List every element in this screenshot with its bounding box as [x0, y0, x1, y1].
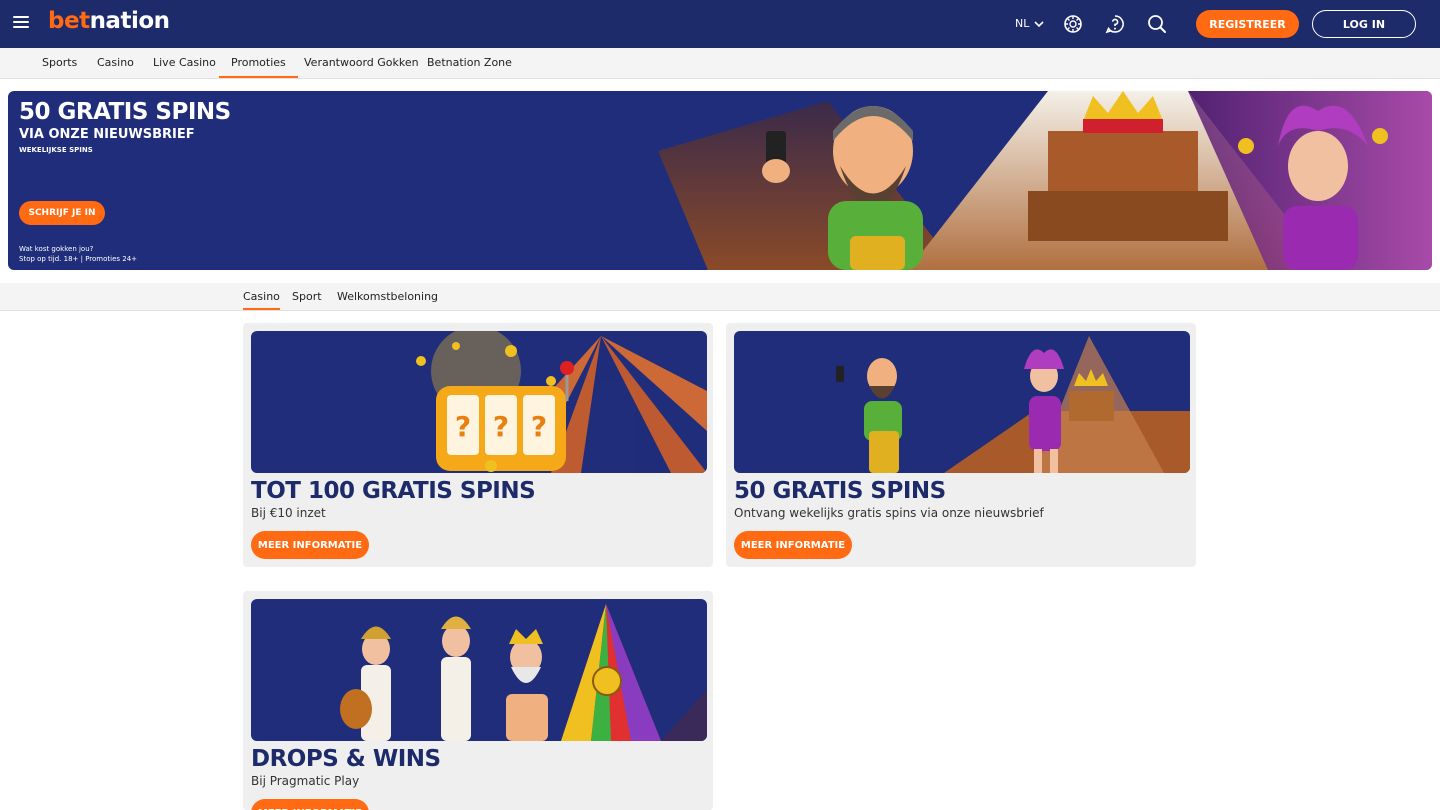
- main-navigation: Sports Casino Live Casino Promoties Vera…: [0, 48, 1440, 79]
- nav-item-betnation-zone[interactable]: Betnation Zone: [427, 48, 512, 78]
- language-label: NL: [1015, 17, 1030, 30]
- promo-category-tabs: Casino Sport Welkomstbeloning: [0, 283, 1440, 311]
- hero-illustration: [658, 91, 1432, 270]
- logo-text-nation: nation: [89, 8, 170, 34]
- promo-image-miner-jester: [734, 331, 1190, 473]
- promo-title: DROPS & WINS: [251, 746, 441, 772]
- promo-description: Bij €10 inzet: [251, 506, 326, 520]
- subscribe-button[interactable]: SCHRIJF JE IN: [19, 201, 105, 225]
- nav-item-promoties[interactable]: Promoties: [219, 48, 298, 78]
- promo-card-50-gratis-spins[interactable]: 50 GRATIS SPINS Ontvang wekelijks gratis…: [726, 323, 1196, 567]
- help-icon[interactable]: [1104, 13, 1126, 35]
- promo-card-tot-100-gratis-spins[interactable]: ? ? ? TOT 100 GRATIS SPINS Bij €10 inzet…: [243, 323, 713, 567]
- hero-banner[interactable]: 50 GRATIS SPINS VIA ONZE NIEUWSBRIEF WEK…: [8, 91, 1432, 270]
- svg-text:?: ?: [455, 410, 471, 443]
- promo-card-drops-and-wins[interactable]: DROPS & WINS Bij Pragmatic Play MEER INF…: [243, 591, 713, 810]
- slot-machine-illustration: ? ? ?: [416, 331, 707, 473]
- logo-text-bet: bet: [48, 8, 90, 34]
- tab-welkomstbeloning[interactable]: Welkomstbeloning: [337, 283, 438, 310]
- chevron-down-icon: [1034, 20, 1044, 27]
- menu-icon[interactable]: [13, 16, 29, 30]
- login-button[interactable]: LOG IN: [1312, 10, 1416, 38]
- promo-title: 50 GRATIS SPINS: [734, 478, 946, 504]
- language-selector[interactable]: NL: [1015, 17, 1044, 30]
- promo-image-goddesses: [251, 599, 707, 741]
- nav-item-sports[interactable]: Sports: [42, 48, 77, 78]
- disclaimer-line-1: Wat kost gokken jou?: [19, 245, 94, 253]
- betnation-logo[interactable]: betnation: [48, 8, 170, 34]
- svg-text:?: ?: [531, 410, 547, 443]
- hero-subtitle: VIA ONZE NIEUWSBRIEF: [19, 127, 195, 142]
- casino-chip-icon[interactable]: [1062, 13, 1084, 35]
- promo-image-slot-machine: ? ? ?: [251, 331, 707, 473]
- nav-item-casino[interactable]: Casino: [97, 48, 134, 78]
- promo-description: Bij Pragmatic Play: [251, 774, 360, 788]
- nav-item-live-casino[interactable]: Live Casino: [153, 48, 216, 78]
- search-icon[interactable]: [1146, 13, 1168, 35]
- miner-jester-illustration: [836, 336, 1190, 473]
- more-info-button[interactable]: MEER INFORMATIE: [251, 799, 369, 810]
- register-button[interactable]: REGISTREER: [1196, 10, 1299, 38]
- disclaimer-line-2: Stop op tijd. 18+ | Promoties 24+: [19, 255, 138, 263]
- hero-subtitle-small: WEKELIJKSE SPINS: [19, 146, 93, 154]
- promo-description: Ontvang wekelijks gratis spins via onze …: [734, 506, 1044, 520]
- more-info-button[interactable]: MEER INFORMATIE: [734, 531, 852, 559]
- svg-text:?: ?: [493, 410, 509, 443]
- goddesses-wheel-illustration: [340, 604, 707, 741]
- hero-title: 50 GRATIS SPINS: [19, 99, 231, 125]
- nav-item-verantwoord-gokken[interactable]: Verantwoord Gokken: [304, 48, 419, 78]
- more-info-button[interactable]: MEER INFORMATIE: [251, 531, 369, 559]
- top-header: betnation NL REGISTREER LOG IN: [0, 0, 1440, 48]
- promo-title: TOT 100 GRATIS SPINS: [251, 478, 536, 504]
- tab-casino[interactable]: Casino: [243, 283, 280, 310]
- tab-sport[interactable]: Sport: [292, 283, 322, 310]
- hero-disclaimer: Wat kost gokken jou? Stop op tijd. 18+ |…: [19, 244, 137, 264]
